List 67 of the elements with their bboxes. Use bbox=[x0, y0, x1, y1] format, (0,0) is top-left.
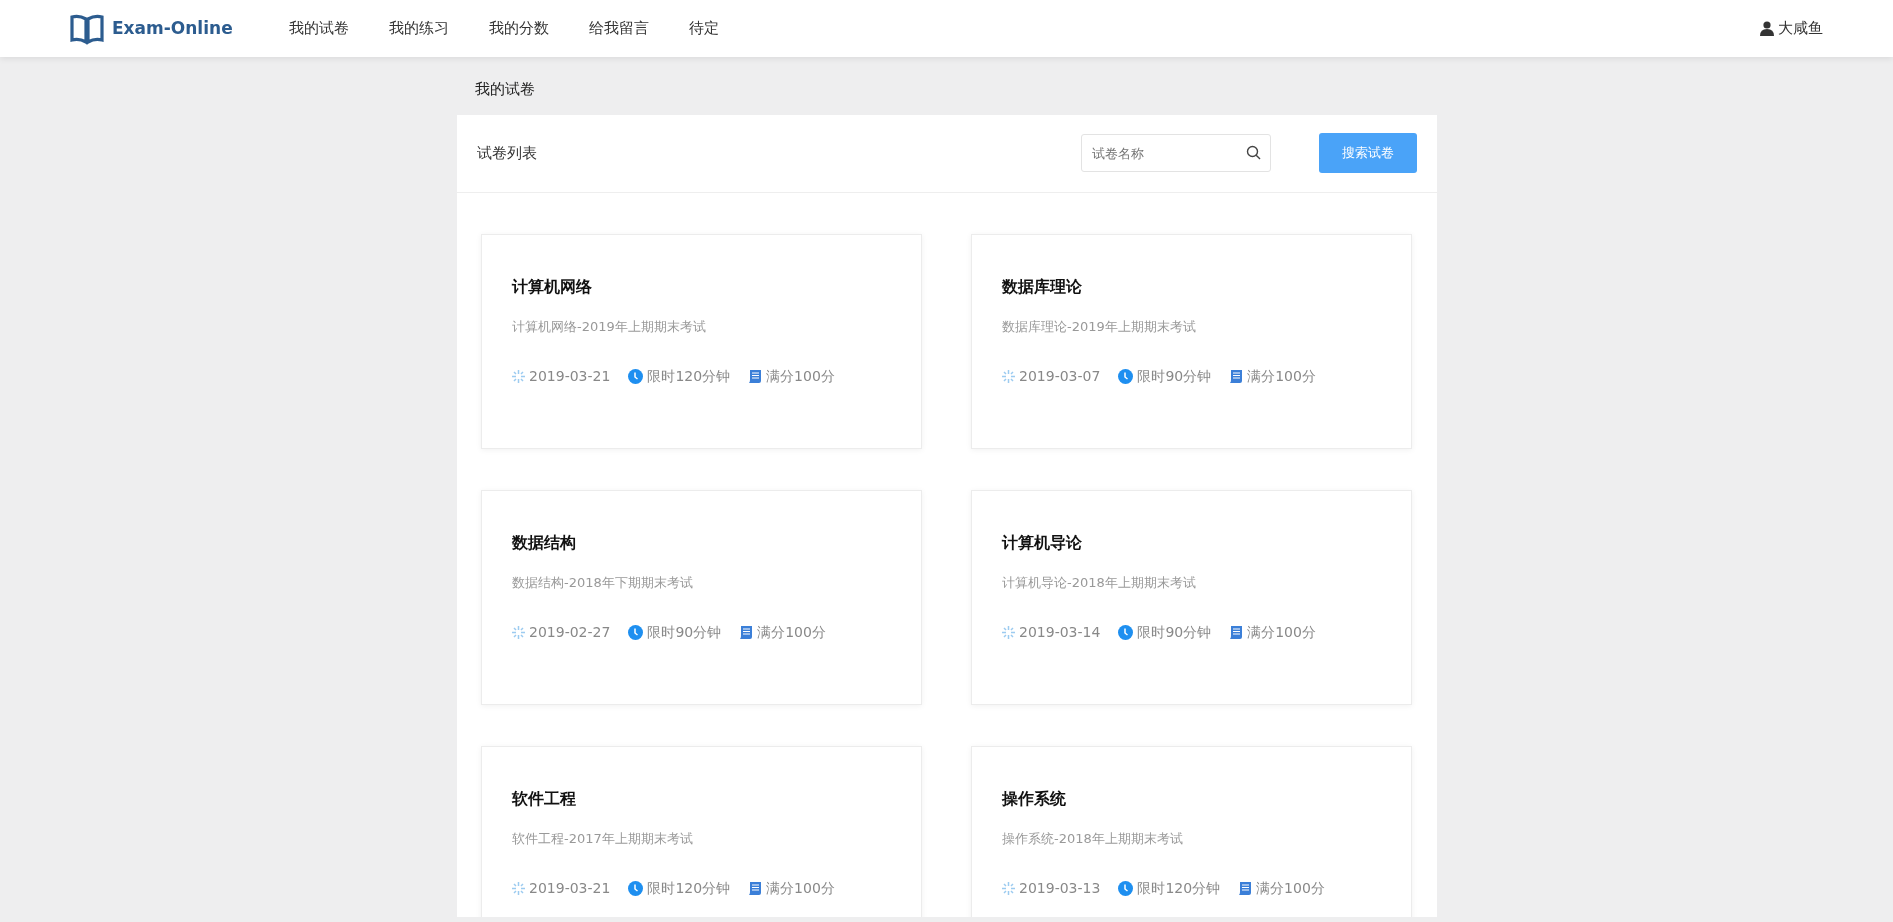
exam-description: 软件工程-2017年上期期末考试 bbox=[512, 829, 694, 848]
full-score-text: 满分100分 bbox=[757, 623, 826, 642]
clock-icon bbox=[1118, 369, 1134, 384]
exam-description: 数据库理论-2019年上期期末考试 bbox=[1002, 317, 1197, 336]
exam-title: 数据结构 bbox=[512, 531, 577, 554]
document-icon bbox=[748, 881, 763, 896]
date-text: 2019-03-07 bbox=[1019, 367, 1101, 386]
time-limit-text: 限时90分钟 bbox=[1137, 367, 1212, 386]
nav-link[interactable]: 待定 bbox=[688, 17, 719, 40]
document-icon bbox=[739, 625, 754, 640]
document-icon bbox=[1229, 625, 1244, 640]
brand-link[interactable]: Exam-Online bbox=[70, 12, 233, 45]
clock-icon bbox=[628, 625, 644, 640]
document-icon bbox=[748, 369, 763, 384]
date-text: 2019-03-21 bbox=[529, 879, 611, 898]
sparkle-icon bbox=[512, 882, 525, 895]
user-menu[interactable]: 大咸鱼 bbox=[1760, 17, 1823, 40]
sparkle-icon bbox=[1002, 370, 1015, 383]
exam-title: 数据库理论 bbox=[1002, 275, 1083, 298]
book-icon bbox=[70, 12, 104, 45]
clock-icon bbox=[1118, 881, 1134, 896]
full-score-text: 满分100分 bbox=[766, 367, 835, 386]
sparkle-icon bbox=[512, 370, 525, 383]
exam-card[interactable]: 数据库理论 数据库理论-2019年上期期末考试 2019-03-07 限时90分钟 满分100分 bbox=[971, 233, 1412, 449]
full-score-text: 满分100分 bbox=[766, 879, 835, 898]
exam-card[interactable]: 计算机网络 计算机网络-2019年上期期末考试 2019-03-21 限时120分钟 满分100分 bbox=[481, 233, 922, 449]
exam-card[interactable]: 数据结构 数据结构-2018年下期期末考试 2019-02-27 限时90分钟 满分100分 bbox=[481, 489, 922, 705]
sparkle-icon bbox=[512, 626, 525, 639]
sparkle-icon bbox=[1002, 882, 1015, 895]
date-text: 2019-03-21 bbox=[529, 367, 611, 386]
clock-icon bbox=[628, 369, 644, 384]
document-icon bbox=[1238, 881, 1253, 896]
date-text: 2019-03-14 bbox=[1019, 623, 1101, 642]
full-score-text: 满分100分 bbox=[1247, 623, 1316, 642]
exam-card[interactable]: 软件工程 软件工程-2017年上期期末考试 2019-03-21 限时120分钟 满分100分 bbox=[481, 745, 922, 917]
time-limit-text: 限时120分钟 bbox=[647, 879, 731, 898]
date-text: 2019-02-27 bbox=[529, 623, 611, 642]
exam-title: 软件工程 bbox=[512, 787, 577, 810]
nav-link[interactable]: 给我留言 bbox=[588, 17, 649, 40]
clock-icon bbox=[1118, 625, 1134, 640]
exam-description: 操作系统-2018年上期期末考试 bbox=[1002, 829, 1184, 848]
exam-description: 计算机网络-2019年上期期末考试 bbox=[512, 317, 707, 336]
document-icon bbox=[1229, 369, 1244, 384]
exam-card[interactable]: 计算机导论 计算机导论-2018年上期期末考试 2019-03-14 限时90分钟 满分100分 bbox=[971, 489, 1412, 705]
breadcrumb-text: 我的试卷 bbox=[474, 79, 535, 100]
clock-icon bbox=[628, 881, 644, 896]
time-limit-text: 限时120分钟 bbox=[1137, 879, 1221, 898]
full-score-text: 满分100分 bbox=[1247, 367, 1316, 386]
search-field[interactable]: 试卷名称 bbox=[1081, 134, 1271, 172]
time-limit-text: 限时90分钟 bbox=[1137, 623, 1212, 642]
sparkle-icon bbox=[1002, 626, 1015, 639]
search-icon[interactable] bbox=[1246, 145, 1261, 160]
exam-title: 操作系统 bbox=[1002, 787, 1067, 810]
nav-link[interactable]: 我的试卷 bbox=[288, 17, 349, 40]
user-icon bbox=[1760, 21, 1774, 36]
exam-card[interactable]: 操作系统 操作系统-2018年上期期末考试 2019-03-13 限时120分钟 满分100分 bbox=[971, 745, 1412, 917]
nav-link[interactable]: 我的分数 bbox=[488, 17, 549, 40]
exam-title: 计算机网络 bbox=[512, 275, 593, 298]
time-limit-text: 限时90分钟 bbox=[647, 623, 722, 642]
full-score-text: 满分100分 bbox=[1256, 879, 1325, 898]
exam-title: 计算机导论 bbox=[1002, 531, 1083, 554]
exam-description: 数据结构-2018年下期期末考试 bbox=[512, 573, 694, 592]
exam-description: 计算机导论-2018年上期期末考试 bbox=[1002, 573, 1197, 592]
date-text: 2019-03-13 bbox=[1019, 879, 1101, 898]
panel-title: 试卷列表 bbox=[477, 142, 537, 164]
nav-link[interactable]: 我的练习 bbox=[388, 17, 449, 40]
time-limit-text: 限时120分钟 bbox=[647, 367, 731, 386]
